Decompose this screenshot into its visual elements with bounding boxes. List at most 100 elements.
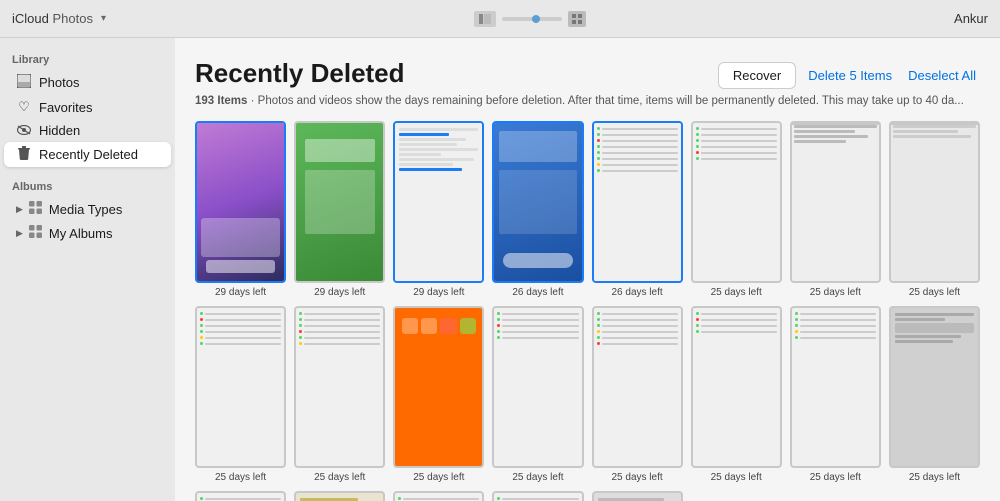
list-item[interactable]: 25 days left: [691, 121, 782, 298]
list-item[interactable]: 25 days left: [195, 306, 286, 483]
sidebar: Library Photos ♡ Favorites Hidden Recent…: [0, 38, 175, 501]
sidebar-item-favorites[interactable]: ♡ Favorites: [4, 95, 171, 119]
sidebar-item-photos[interactable]: Photos: [4, 70, 171, 95]
list-item[interactable]: 25 days left: [294, 491, 385, 501]
photo-thumb[interactable]: [492, 306, 583, 468]
photo-thumb[interactable]: [195, 306, 286, 468]
photo-days-label: 25 days left: [909, 287, 960, 298]
albums-section-label: Albums: [0, 177, 175, 197]
list-item[interactable]: 25 days left: [889, 121, 980, 298]
photo-days-label: 29 days left: [413, 287, 464, 298]
photo-thumb[interactable]: [492, 491, 583, 501]
my-albums-icon: [28, 225, 44, 241]
zoom-slider[interactable]: [502, 17, 562, 21]
photo-thumb[interactable]: [790, 121, 881, 283]
photo-thumb[interactable]: [393, 121, 484, 283]
list-item[interactable]: 25 days left: [492, 306, 583, 483]
photo-thumb[interactable]: [195, 121, 286, 283]
list-item[interactable]: 29 days left: [393, 121, 484, 298]
content-area: Recently Deleted Recover Delete 5 Items …: [175, 38, 1000, 501]
photo-thumb[interactable]: [492, 121, 583, 283]
library-section-label: Library: [0, 50, 175, 70]
page-title: Recently Deleted: [195, 58, 405, 89]
recently-deleted-label: Recently Deleted: [39, 147, 138, 162]
favorites-icon: ♡: [16, 99, 32, 115]
photo-days-label: 25 days left: [215, 472, 266, 483]
photo-days-label: 25 days left: [711, 472, 762, 483]
header-actions: Recover Delete 5 Items Deselect All: [718, 58, 980, 89]
sidebar-toggle-btn[interactable]: [474, 11, 496, 27]
zoom-slider-thumb: [532, 15, 540, 23]
photo-days-label: 25 days left: [512, 472, 563, 483]
photo-days-label: 25 days left: [413, 472, 464, 483]
photo-thumb[interactable]: [294, 306, 385, 468]
list-item[interactable]: 26 days left: [492, 121, 583, 298]
list-item[interactable]: 25 days left: [889, 306, 980, 483]
titlebar-right: Ankur: [954, 11, 988, 26]
list-item[interactable]: 25 days left: [492, 491, 583, 501]
favorites-label: Favorites: [39, 100, 92, 115]
chevron-right-icon: ▶: [16, 204, 23, 215]
delete-button[interactable]: Delete 5 Items: [804, 63, 896, 88]
photo-thumb[interactable]: [592, 491, 683, 501]
photo-thumb[interactable]: [195, 491, 286, 501]
photo-thumb[interactable]: [691, 121, 782, 283]
grid-view-btn[interactable]: [568, 11, 586, 27]
chevron-right-icon-2: ▶: [16, 228, 23, 239]
content-header: Recently Deleted Recover Delete 5 Items …: [195, 58, 980, 89]
list-item[interactable]: 29 days left: [195, 121, 286, 298]
photo-thumb[interactable]: [294, 491, 385, 501]
hidden-label: Hidden: [39, 123, 80, 138]
content-subtitle: 193 Items · Photos and videos show the d…: [195, 95, 980, 107]
photo-thumb[interactable]: [691, 306, 782, 468]
photo-thumb[interactable]: [889, 306, 980, 468]
photo-thumb[interactable]: [393, 306, 484, 468]
photo-thumb[interactable]: [294, 121, 385, 283]
list-item[interactable]: 25 days left: [592, 306, 683, 483]
item-count: 193 Items: [195, 95, 247, 107]
media-types-icon: [28, 201, 44, 217]
app-sub: Photos: [52, 11, 92, 26]
recover-button[interactable]: Recover: [718, 62, 796, 89]
photo-thumb[interactable]: [393, 491, 484, 501]
list-item[interactable]: 25 days left: [691, 306, 782, 483]
photo-days-label: 25 days left: [711, 287, 762, 298]
photo-days-label: 25 days left: [909, 472, 960, 483]
view-toggle: [474, 11, 496, 27]
photo-thumb[interactable]: [790, 306, 881, 468]
photo-days-label: 25 days left: [314, 472, 365, 483]
user-name: Ankur: [954, 11, 988, 26]
sidebar-item-hidden[interactable]: Hidden: [4, 119, 171, 142]
titlebar: iCloud Photos ▾ Ankur: [0, 0, 1000, 38]
photos-label: Photos: [39, 75, 79, 90]
list-item[interactable]: 25 days left: [294, 306, 385, 483]
photo-days-label: 29 days left: [215, 287, 266, 298]
photo-grid: 29 days left 29 days left: [195, 121, 980, 501]
hidden-icon: [16, 123, 32, 138]
photo-days-label: 26 days left: [611, 287, 662, 298]
photo-days-label: 25 days left: [611, 472, 662, 483]
sidebar-group-media-types[interactable]: ▶ Media Types: [4, 197, 171, 221]
photo-days-label: 29 days left: [314, 287, 365, 298]
list-item[interactable]: 26 days left: [592, 121, 683, 298]
photo-thumb[interactable]: [592, 121, 683, 283]
list-item[interactable]: 25 days left: [790, 306, 881, 483]
list-item[interactable]: 25 days left: [393, 491, 484, 501]
list-item[interactable]: 25 days left: [195, 491, 286, 501]
list-item[interactable]: 25 days left: [393, 306, 484, 483]
media-types-label: Media Types: [49, 202, 122, 217]
trash-icon: [16, 146, 32, 163]
app-title: iCloud Photos: [12, 11, 93, 26]
photo-thumb[interactable]: [889, 121, 980, 283]
photo-thumb[interactable]: [592, 306, 683, 468]
sidebar-group-my-albums[interactable]: ▶ My Albums: [4, 221, 171, 245]
list-item[interactable]: 25 days left: [592, 491, 683, 501]
photo-days-label: 25 days left: [810, 287, 861, 298]
list-item[interactable]: 29 days left: [294, 121, 385, 298]
list-item[interactable]: 25 days left: [790, 121, 881, 298]
sidebar-item-recently-deleted[interactable]: Recently Deleted: [4, 142, 171, 167]
photos-icon: [16, 74, 32, 91]
titlebar-left: iCloud Photos ▾: [12, 11, 106, 26]
deselect-all-button[interactable]: Deselect All: [904, 63, 980, 88]
photo-days-label: 26 days left: [512, 287, 563, 298]
